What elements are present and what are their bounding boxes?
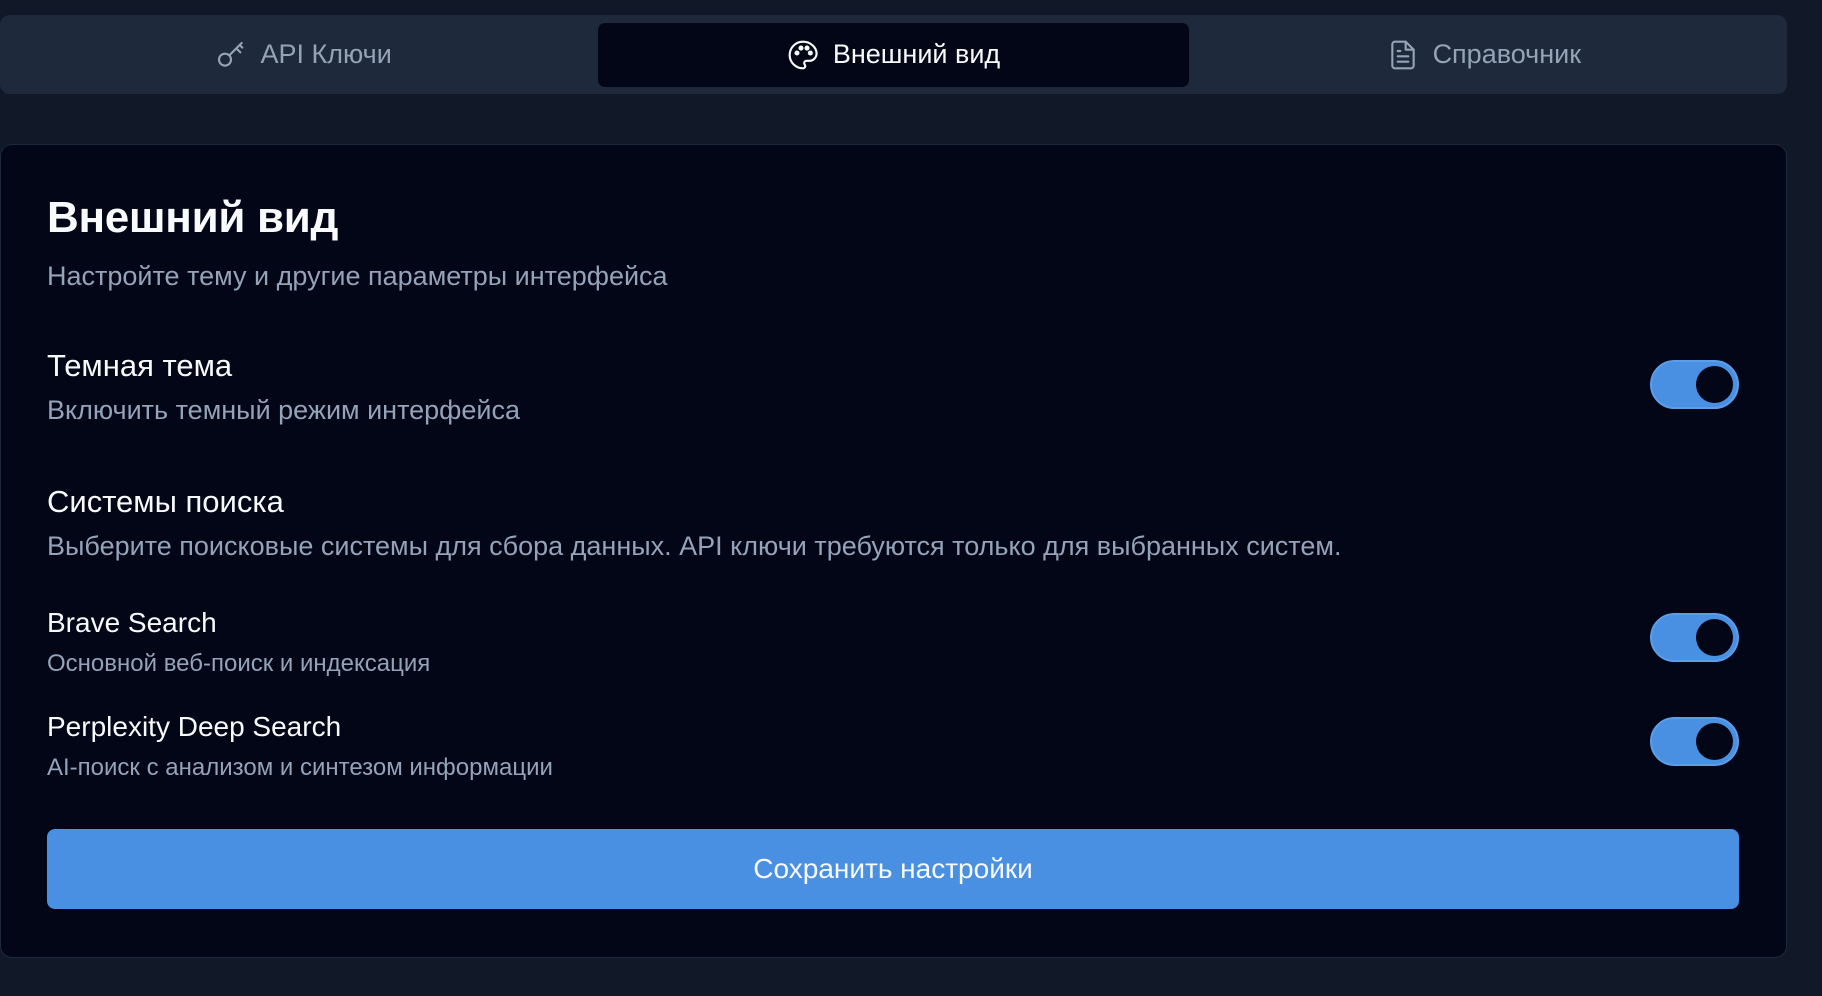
search-systems-title: Системы поиска [47,484,284,519]
tab-appearance[interactable]: Внешний вид [598,22,1189,87]
brave-search-description: Основной веб-поиск и индексация [47,650,431,677]
brave-search-toggle[interactable] [1650,613,1739,662]
perplexity-search-description: AI-поиск с анализом и синтезом информаци… [47,754,553,781]
page-description: Настройте тему и другие параметры интерф… [47,261,668,291]
toggle-knob [1696,723,1733,760]
tab-label: Внешний вид [832,39,1001,69]
key-icon [215,39,247,71]
tab-reference[interactable]: Справочник [1189,23,1779,87]
toggle-knob [1696,619,1733,656]
brave-search-title: Brave Search [47,607,217,638]
search-systems-description: Выберите поисковые системы для сбора дан… [47,531,1342,561]
document-icon [1387,39,1419,71]
dark-theme-toggle[interactable] [1650,360,1739,409]
appearance-settings-card: Внешний вид Настройте тему и другие пара… [0,144,1787,958]
tab-api-keys[interactable]: API Ключи [8,23,598,87]
palette-icon [787,39,819,71]
dark-theme-description: Включить темный режим интерфейса [47,395,521,425]
page-title: Внешний вид [47,193,339,242]
save-settings-button[interactable]: Сохранить настройки [47,829,1739,909]
tab-label: API Ключи [260,39,392,69]
tab-label: Справочник [1432,39,1582,69]
perplexity-search-toggle[interactable] [1650,717,1739,766]
toggle-knob [1696,366,1733,403]
perplexity-search-title: Perplexity Deep Search [47,711,342,742]
tab-bar: API Ключи Внешний вид Справочник [0,15,1787,94]
dark-theme-title: Темная тема [47,348,233,383]
